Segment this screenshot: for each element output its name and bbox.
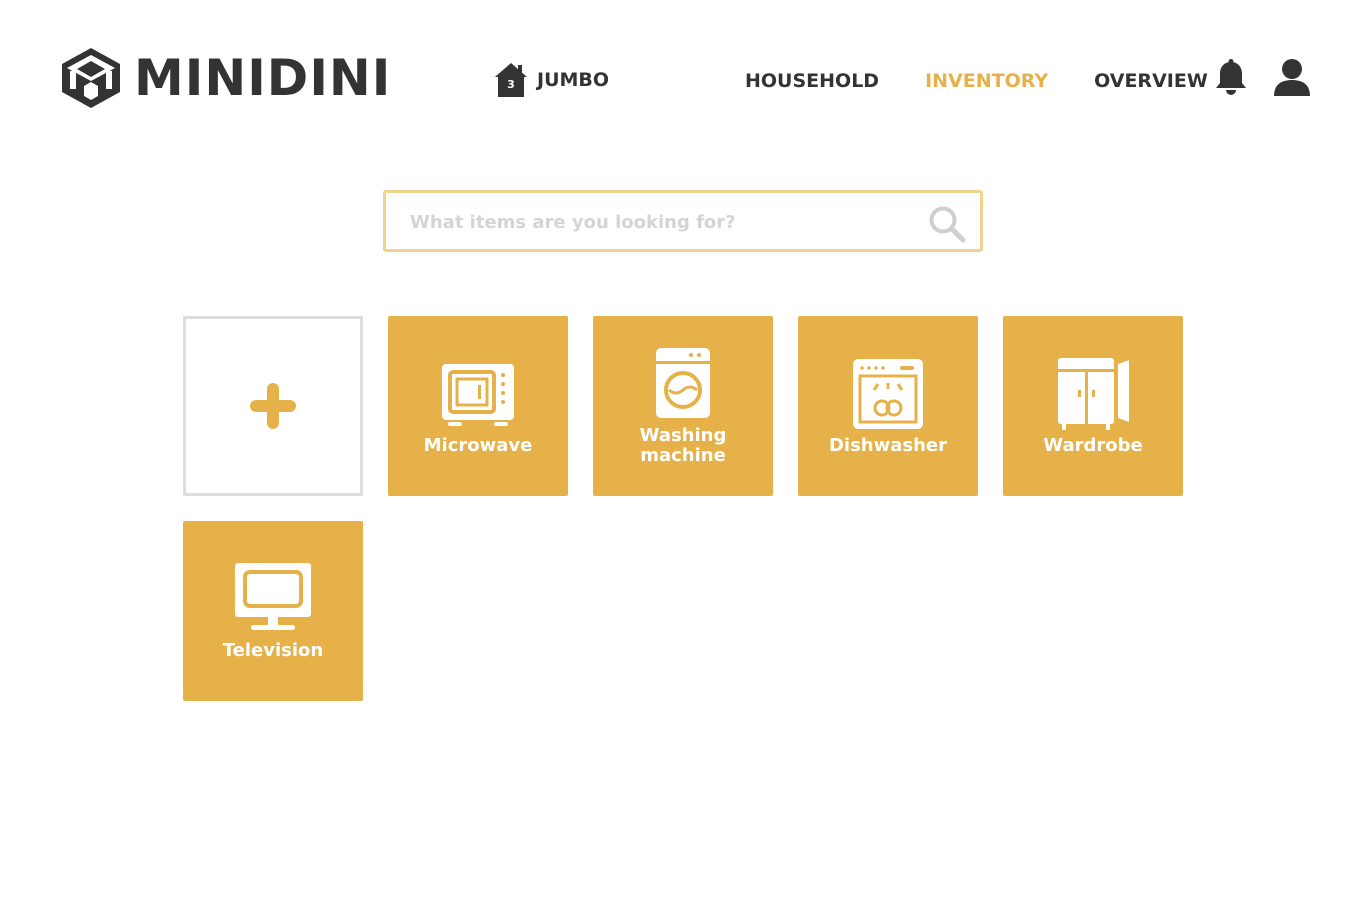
tile-label: Dishwasher (828, 435, 948, 456)
tile-dishwasher[interactable]: Dishwasher (798, 316, 978, 496)
main-nav: HOUSEHOLD INVENTORY OVERVIEW (745, 70, 1254, 92)
tile-label: Wardrobe (1043, 435, 1143, 456)
add-item-tile[interactable] (183, 316, 363, 496)
tile-label: Washing machine (639, 425, 727, 466)
tile-label: Television (222, 640, 324, 661)
bell-icon[interactable] (1212, 59, 1250, 97)
search-box (383, 190, 983, 252)
microwave-icon (442, 364, 514, 426)
household-switcher[interactable]: 3 JUMBO (494, 62, 609, 98)
header-actions (1212, 58, 1312, 98)
plus-icon (250, 383, 296, 429)
tile-television[interactable]: Television (183, 521, 363, 701)
app-logo[interactable]: MINIDINI (60, 46, 391, 110)
nav-overview[interactable]: OVERVIEW (1094, 70, 1208, 92)
search-icon[interactable] (928, 205, 966, 243)
nav-inventory[interactable]: INVENTORY (925, 70, 1048, 92)
logo-house-icon (62, 48, 120, 108)
tile-washing-machine[interactable]: Washing machine (593, 316, 773, 496)
wardrobe-icon (1058, 358, 1129, 430)
dishwasher-icon (853, 359, 923, 429)
app-name: MINIDINI (134, 49, 392, 107)
television-icon (235, 563, 311, 630)
house-icon: 3 (494, 62, 528, 98)
search-input[interactable] (408, 193, 912, 251)
tile-label: Microwave (423, 435, 533, 456)
user-icon[interactable] (1272, 58, 1312, 98)
inventory-grid: Microwave Washing machine Dishwasher War… (183, 316, 1193, 701)
tile-microwave[interactable]: Microwave (388, 316, 568, 496)
washing-machine-icon (656, 348, 710, 418)
tile-wardrobe[interactable]: Wardrobe (1003, 316, 1183, 496)
household-count: 3 (507, 78, 515, 91)
nav-household[interactable]: HOUSEHOLD (745, 70, 879, 92)
household-name: JUMBO (537, 69, 610, 91)
